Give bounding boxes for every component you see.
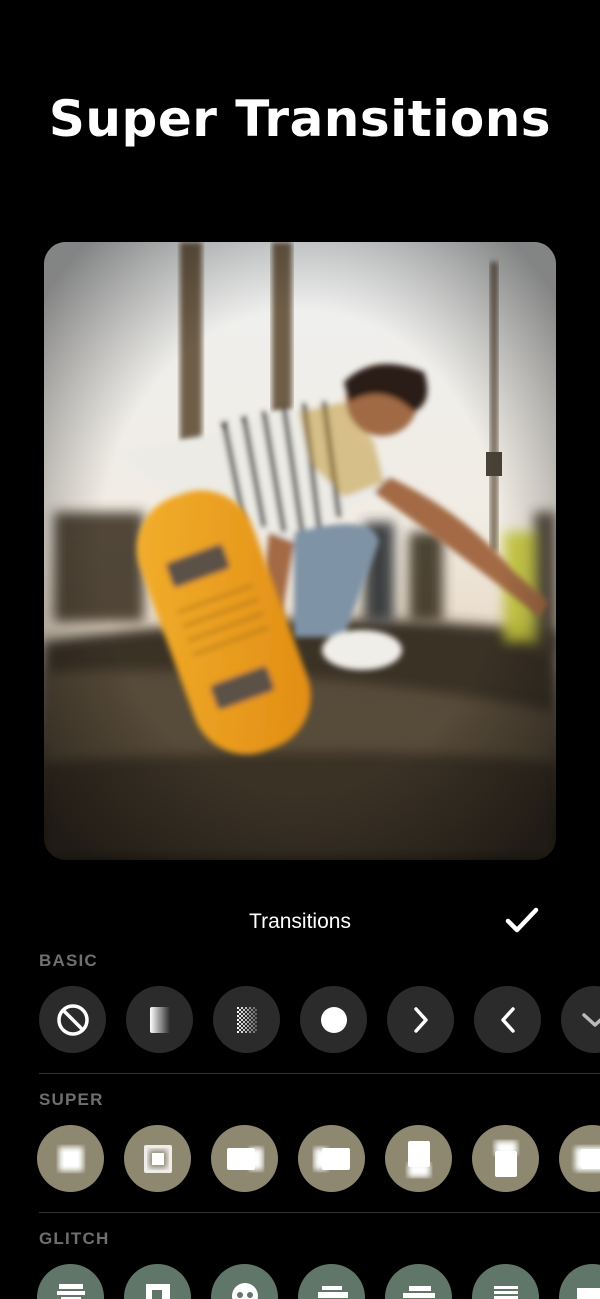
glitch-4-icon — [317, 1285, 348, 1298]
transition-glitch-1[interactable] — [37, 1264, 104, 1299]
slide-left-icon — [500, 1006, 515, 1033]
transition-zoom-in[interactable] — [37, 1125, 104, 1192]
transition-glitch-5[interactable] — [385, 1264, 452, 1299]
transition-none[interactable] — [39, 986, 106, 1053]
basic-transitions-row — [0, 986, 600, 1054]
circle-icon — [320, 1006, 347, 1033]
glitch-3-icon — [231, 1282, 258, 1299]
transition-glitch-4[interactable] — [298, 1264, 365, 1299]
glitch-5-icon — [402, 1285, 435, 1298]
transition-slide-down[interactable] — [561, 986, 600, 1053]
no-transition-icon — [56, 1003, 89, 1036]
transition-glitch-3[interactable] — [211, 1264, 278, 1299]
dissolve-icon — [236, 1006, 257, 1033]
transition-slide-left[interactable] — [474, 986, 541, 1053]
slide-blur-up-icon — [494, 1140, 517, 1177]
video-preview[interactable] — [44, 242, 556, 860]
transition-dissolve[interactable] — [213, 986, 280, 1053]
slide-blur-left-icon — [313, 1147, 350, 1170]
checkmark-icon — [505, 907, 539, 933]
transition-zoom-out[interactable] — [124, 1125, 191, 1192]
hero-title: Super Transitions — [48, 90, 552, 148]
skateboarder-photo — [44, 242, 556, 860]
transition-glitch-2[interactable] — [124, 1264, 191, 1299]
transition-glitch-7[interactable] — [559, 1264, 600, 1299]
section-divider — [39, 1073, 600, 1074]
transition-circle[interactable] — [300, 986, 367, 1053]
transition-slide-blur-left[interactable] — [298, 1125, 365, 1192]
section-divider — [39, 1212, 600, 1213]
super-transitions-row — [0, 1125, 600, 1193]
glitch-2-icon — [145, 1283, 170, 1299]
section-label-basic: BASIC — [39, 951, 98, 970]
confirm-button[interactable] — [500, 900, 544, 940]
slide-right-icon — [413, 1006, 428, 1033]
transition-slide-blur-right[interactable] — [211, 1125, 278, 1192]
transition-fade[interactable] — [126, 986, 193, 1053]
zoom-in-icon — [58, 1146, 83, 1171]
fade-gradient-icon — [149, 1006, 170, 1033]
transition-slide-right[interactable] — [387, 986, 454, 1053]
spin-blur-icon — [574, 1146, 600, 1171]
transition-slide-blur-down[interactable] — [385, 1125, 452, 1192]
glitch-1-icon — [56, 1283, 85, 1299]
transition-slide-blur-up[interactable] — [472, 1125, 539, 1192]
slide-down-icon — [581, 1012, 600, 1027]
section-label-super: SUPER — [39, 1090, 104, 1109]
slide-blur-down-icon — [407, 1140, 430, 1177]
glitch-6-icon — [493, 1285, 518, 1299]
transition-spin-blur[interactable] — [559, 1125, 600, 1192]
slide-blur-right-icon — [226, 1147, 263, 1170]
glitch-7-icon — [576, 1287, 600, 1299]
transition-glitch-6[interactable] — [472, 1264, 539, 1299]
glitch-transitions-row — [0, 1264, 600, 1299]
zoom-out-icon — [143, 1144, 172, 1173]
section-label-glitch: GLITCH — [39, 1229, 110, 1248]
